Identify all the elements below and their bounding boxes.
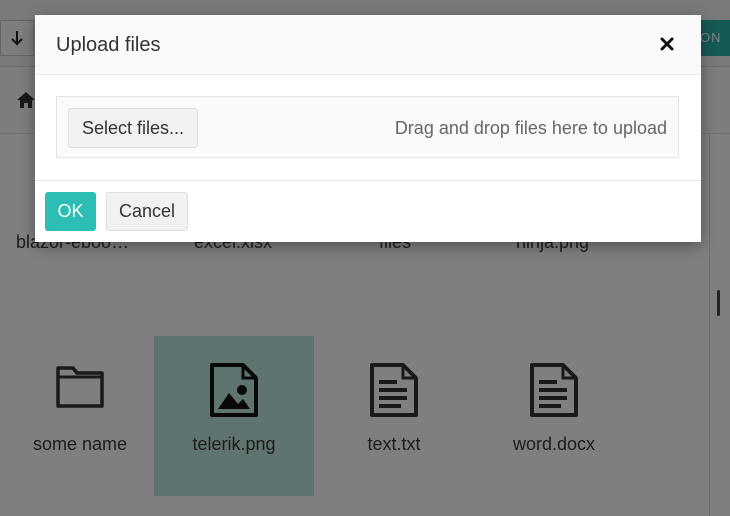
dialog-header: Upload files — [35, 15, 701, 75]
select-files-button[interactable]: Select files... — [68, 108, 198, 148]
cancel-button[interactable]: Cancel — [106, 192, 188, 231]
upload-dialog: Upload files Select files... Drag and dr… — [35, 15, 701, 242]
ok-button[interactable]: OK — [45, 192, 96, 231]
dialog-title: Upload files — [56, 34, 161, 56]
drop-hint: Drag and drop files here to upload — [394, 118, 667, 138]
close-button[interactable] — [655, 32, 679, 56]
upload-dropzone[interactable]: Select files... Drag and drop files here… — [56, 96, 679, 158]
close-icon — [660, 37, 674, 51]
dialog-footer: OK Cancel — [35, 180, 701, 243]
